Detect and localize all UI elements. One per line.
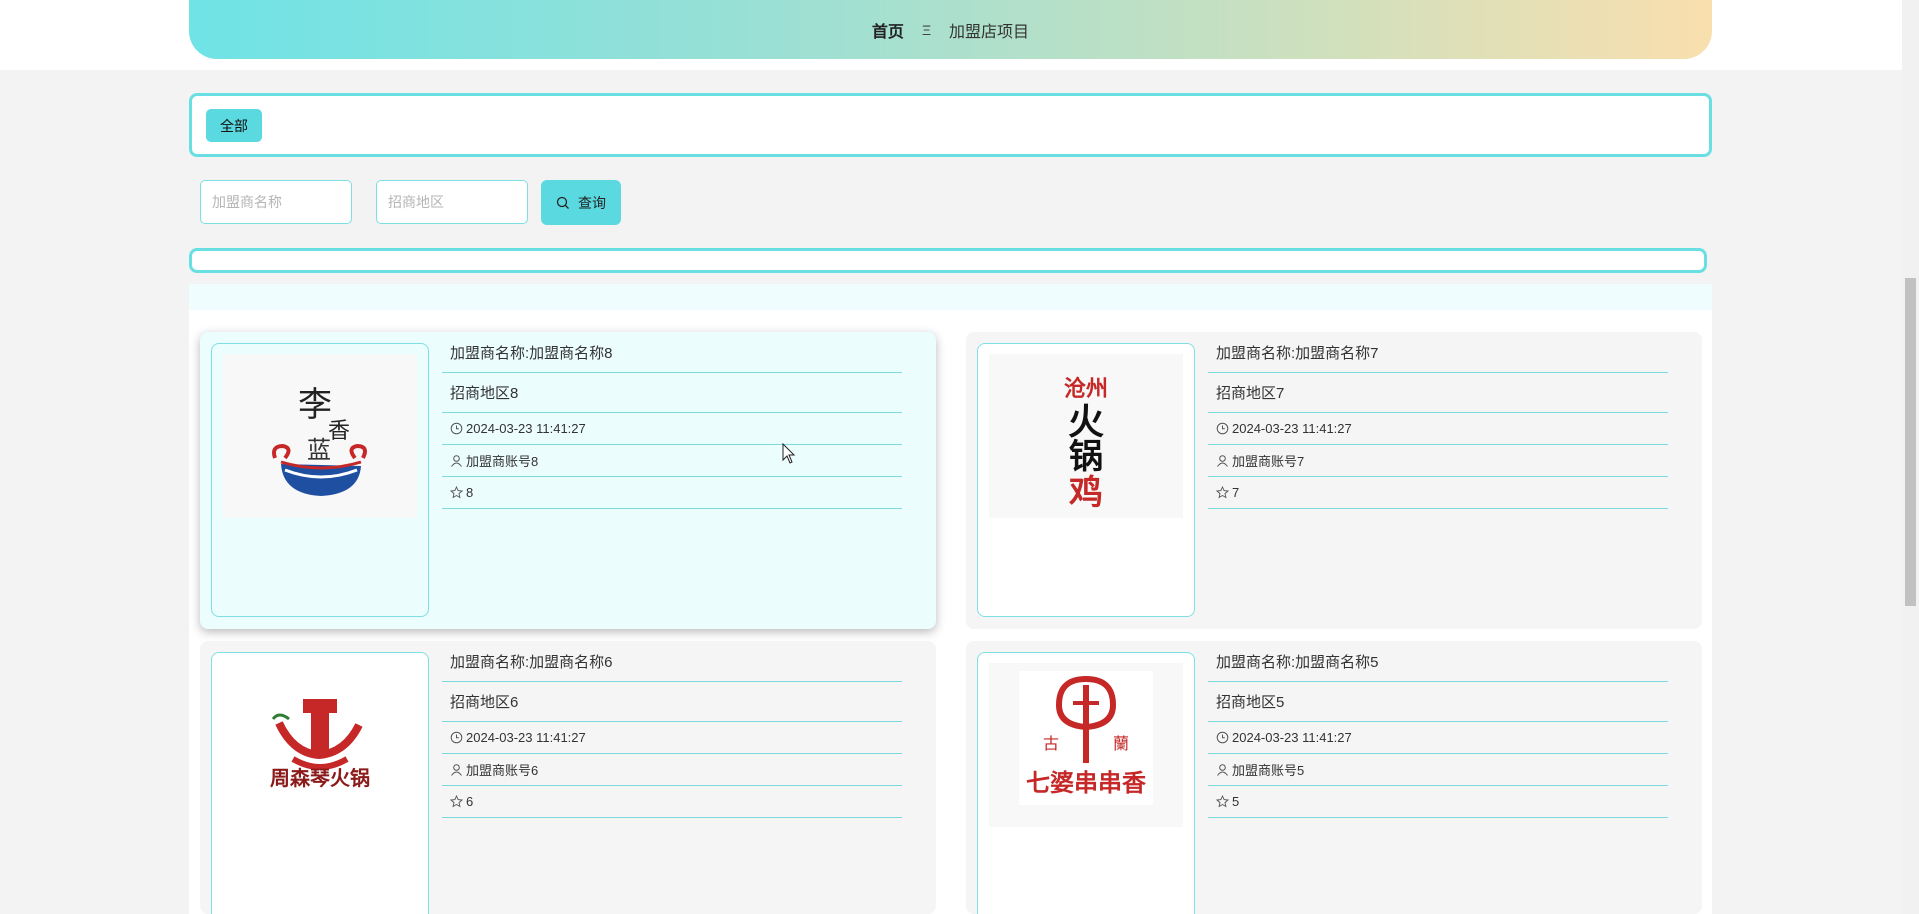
star-icon <box>1216 795 1229 808</box>
user-icon <box>450 454 463 467</box>
card-time: 2024-03-23 11:41:27 <box>1232 730 1352 745</box>
card-title[interactable]: 加盟商名称:加盟商名称8 <box>442 332 902 373</box>
svg-text:七婆串串香: 七婆串串香 <box>1026 768 1147 797</box>
card-info: 加盟商名称:加盟商名称6 招商地区6 2024-03-23 11:41:27 加… <box>442 641 902 818</box>
card-image-frame: 沧州 火 锅 鸡 <box>977 343 1195 617</box>
category-all-chip[interactable]: 全部 <box>206 109 262 142</box>
card-stars: 6 <box>466 794 474 809</box>
card-time-row: 2024-03-23 11:41:27 <box>1208 413 1668 445</box>
card-info: 加盟商名称:加盟商名称8 招商地区8 2024-03-23 11:41:27 加… <box>442 332 902 509</box>
card-account: 加盟商账号5 <box>1232 763 1305 778</box>
mouse-cursor-icon <box>782 442 796 465</box>
card-stars-row: 7 <box>1208 477 1668 509</box>
card-info: 加盟商名称:加盟商名称5 招商地区5 2024-03-23 11:41:27 加… <box>1208 641 1668 818</box>
card-image-frame: 古 蘭 七婆串串香 <box>977 652 1195 914</box>
card-time-row: 2024-03-23 11:41:27 <box>1208 722 1668 754</box>
card-stars-row: 8 <box>442 477 902 509</box>
card-image-frame: 周森琴火锅 <box>211 652 429 914</box>
franchise-card[interactable]: 周森琴火锅 加盟商名称:加盟商名称6 招商地区6 2024-03-23 11:4… <box>200 641 936 914</box>
list-header-strip <box>189 284 1712 310</box>
card-account-row: 加盟商账号5 <box>1208 754 1668 786</box>
card-title[interactable]: 加盟商名称:加盟商名称6 <box>442 641 902 682</box>
star-icon <box>450 486 463 499</box>
card-stars: 7 <box>1232 485 1240 500</box>
card-time-row: 2024-03-23 11:41:27 <box>442 722 902 754</box>
secondary-filter-bar <box>189 248 1707 273</box>
clock-icon <box>1216 731 1229 744</box>
search-icon <box>556 196 570 210</box>
user-icon <box>1216 763 1229 776</box>
region-input[interactable] <box>376 180 528 224</box>
svg-text:沧州: 沧州 <box>1064 376 1108 402</box>
card-time: 2024-03-23 11:41:27 <box>466 421 586 436</box>
card-account: 加盟商账号6 <box>466 763 539 778</box>
card-region: 招商地区8 <box>442 373 902 413</box>
clock-icon <box>450 422 463 435</box>
category-filter-box: 全部 <box>189 93 1712 157</box>
svg-text:香: 香 <box>328 419 350 444</box>
svg-text:锅: 锅 <box>1069 437 1103 477</box>
card-region: 招商地区5 <box>1208 682 1668 722</box>
franchisee-name-input[interactable] <box>200 180 352 224</box>
card-account-row: 加盟商账号7 <box>1208 445 1668 477</box>
franchise-logo-image[interactable]: 李 香 蓝 <box>223 354 417 518</box>
card-account-row: 加盟商账号6 <box>442 754 902 786</box>
card-stars-row: 5 <box>1208 786 1668 818</box>
card-time: 2024-03-23 11:41:27 <box>466 730 586 745</box>
svg-text:李: 李 <box>298 385 332 425</box>
card-stars: 8 <box>466 485 474 500</box>
card-info: 加盟商名称:加盟商名称7 招商地区7 2024-03-23 11:41:27 加… <box>1208 332 1668 509</box>
franchise-logo-image[interactable]: 古 蘭 七婆串串香 <box>989 663 1183 827</box>
clock-icon <box>1216 422 1229 435</box>
star-icon <box>1216 486 1229 499</box>
card-time: 2024-03-23 11:41:27 <box>1232 421 1352 436</box>
card-title[interactable]: 加盟商名称:加盟商名称7 <box>1208 332 1668 373</box>
card-account: 加盟商账号8 <box>466 454 539 469</box>
svg-text:周森琴火锅: 周森琴火锅 <box>270 766 370 790</box>
card-time-row: 2024-03-23 11:41:27 <box>442 413 902 445</box>
svg-text:蓝: 蓝 <box>307 436 331 464</box>
card-stars: 5 <box>1232 794 1240 809</box>
card-region: 招商地区6 <box>442 682 902 722</box>
user-icon <box>450 763 463 776</box>
search-button-label: 查询 <box>578 194 606 211</box>
franchise-logo-image[interactable]: 周森琴火锅 <box>223 663 417 827</box>
franchise-card[interactable]: 李 香 蓝 加盟商名称:加盟商名称8 招商地区8 2024-03-23 11:4… <box>200 332 936 629</box>
clock-icon <box>450 731 463 744</box>
svg-text:鸡: 鸡 <box>1069 473 1103 513</box>
svg-text:蘭: 蘭 <box>1113 734 1129 753</box>
nav-home-link[interactable]: 首页 <box>872 18 904 42</box>
franchise-logo-image[interactable]: 沧州 火 锅 鸡 <box>989 354 1183 518</box>
user-icon <box>1216 454 1229 467</box>
star-icon <box>450 795 463 808</box>
svg-text:古: 古 <box>1043 734 1059 753</box>
card-stars-row: 6 <box>442 786 902 818</box>
card-region: 招商地区7 <box>1208 373 1668 413</box>
top-navbar: 首页 Ξ 加盟店项目 <box>189 0 1712 59</box>
search-button[interactable]: 查询 <box>541 180 621 225</box>
card-image-frame: 李 香 蓝 <box>211 343 429 617</box>
card-title[interactable]: 加盟商名称:加盟商名称5 <box>1208 641 1668 682</box>
franchise-card[interactable]: 沧州 火 锅 鸡 加盟商名称:加盟商名称7 招商地区7 2024-03-23 1… <box>966 332 1702 629</box>
card-account: 加盟商账号7 <box>1232 454 1305 469</box>
franchise-card[interactable]: 古 蘭 七婆串串香 加盟商名称:加盟商名称5 招商地区5 2024-03-23 … <box>966 641 1702 914</box>
vertical-scrollbar-thumb[interactable] <box>1905 278 1916 606</box>
breadcrumb-separator: Ξ <box>921 21 932 38</box>
nav-current-page[interactable]: 加盟店项目 <box>949 18 1029 42</box>
card-account-row: 加盟商账号8 <box>442 445 902 477</box>
